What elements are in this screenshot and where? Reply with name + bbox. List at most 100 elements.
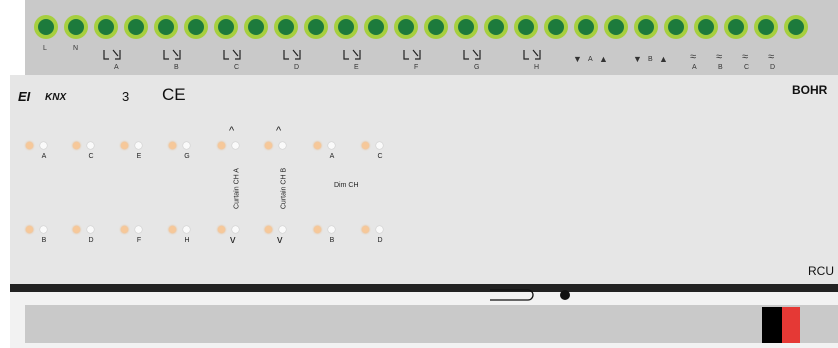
- programming-button-icon[interactable]: [490, 287, 540, 301]
- led-label-b: B: [41, 237, 47, 244]
- bus-connector-black: [762, 307, 782, 343]
- terminal-curtain-3: [638, 19, 654, 35]
- terminal-relay-g1: [458, 19, 474, 35]
- relay-label-b: B: [174, 64, 179, 71]
- relay-label-d: D: [294, 64, 300, 71]
- curtain-down-icon: v: [230, 234, 236, 246]
- ce-mark: CE: [162, 85, 186, 104]
- curtain-label-a: A: [588, 56, 593, 63]
- status-led: [73, 226, 80, 233]
- relay-label-c: C: [234, 64, 240, 71]
- status-led: [26, 226, 33, 233]
- curtain-down-icon: ▼: [573, 54, 582, 64]
- terminal-relay-e1: [338, 19, 354, 35]
- dimmer-icon: ≈: [768, 51, 775, 63]
- panel-edge: [10, 284, 838, 292]
- relay-switch-icon: [163, 49, 181, 60]
- terminal-curtain-4: [668, 19, 684, 35]
- status-led: [232, 142, 239, 149]
- status-led: [135, 142, 142, 149]
- terminal-relay-h1: [518, 19, 534, 35]
- terminal-dim-4: [788, 19, 804, 35]
- curtain-down-icon: v: [277, 234, 283, 246]
- terminal-relay-b2: [188, 19, 204, 35]
- dimmer-label-b: B: [718, 64, 723, 71]
- status-led: [376, 142, 383, 149]
- relay-switch-icon: [343, 49, 361, 60]
- relay-label-f: F: [414, 64, 419, 71]
- model-label: RCU: [808, 264, 834, 278]
- terminal-relay-g2: [488, 19, 504, 35]
- relay-switch-icon: [103, 49, 121, 60]
- status-led: [232, 226, 239, 233]
- curtain-up-icon: ^: [229, 125, 235, 137]
- dimmer-icon: ≈: [716, 51, 723, 63]
- dimmer-label-a: A: [692, 64, 697, 71]
- terminal-N: [68, 19, 84, 35]
- status-led: [279, 142, 286, 149]
- relay-switch-icon: [403, 49, 421, 60]
- bus-connector-red: [782, 307, 800, 343]
- status-led: [265, 142, 272, 149]
- status-led: [135, 226, 142, 233]
- curtain-a-label: Curtain CH A: [233, 168, 241, 209]
- relay-switch-icon: [283, 49, 301, 60]
- terminal-relay-a2: [128, 19, 144, 35]
- led-label-d: D: [88, 237, 94, 244]
- dim-led-label-b: B: [329, 237, 335, 244]
- led-label-g: G: [184, 153, 190, 160]
- status-led: [376, 226, 383, 233]
- terminal-label-N: N: [73, 45, 79, 52]
- relay-label-g: G: [474, 64, 480, 71]
- dim-led-label-a: A: [329, 153, 335, 160]
- status-led: [362, 226, 369, 233]
- dim-channel-label: Dim CH: [334, 182, 359, 189]
- dimmer-icon: ≈: [690, 51, 697, 63]
- terminal-L: [38, 19, 54, 35]
- dimmer-label-c: C: [744, 64, 750, 71]
- front-panel: EI KNX 3 CE BOHR RCU A C E G B D F H ^ C…: [10, 75, 838, 285]
- status-led: [183, 226, 190, 233]
- curtain-up-icon: ^: [276, 125, 282, 137]
- relay-label-e: E: [354, 64, 359, 71]
- status-led: [279, 226, 286, 233]
- status-led: [362, 142, 369, 149]
- status-led: [40, 226, 47, 233]
- led-label-f: F: [136, 237, 142, 244]
- status-led: [328, 226, 335, 233]
- led-label-c: C: [88, 153, 94, 160]
- terminal-relay-c1: [218, 19, 234, 35]
- terminal-dim-2: [728, 19, 744, 35]
- status-led: [169, 226, 176, 233]
- status-led: [314, 142, 321, 149]
- status-led: [121, 226, 128, 233]
- terminal-relay-b1: [158, 19, 174, 35]
- status-led: [73, 142, 80, 149]
- status-led: [314, 226, 321, 233]
- terminal-relay-a1: [98, 19, 114, 35]
- panel-number: 3: [122, 89, 130, 104]
- terminal-curtain-2: [608, 19, 624, 35]
- relay-label-a: A: [114, 64, 119, 71]
- dim-led-label-d: D: [377, 237, 383, 244]
- terminal-curtain-1: [578, 19, 594, 35]
- led-label-h: H: [184, 237, 190, 244]
- status-led: [218, 142, 225, 149]
- status-led: [218, 226, 225, 233]
- programming-led: [560, 290, 570, 300]
- terminal-relay-f2: [428, 19, 444, 35]
- led-label-a: A: [41, 153, 47, 160]
- brand-logo: EI: [18, 89, 31, 104]
- relay-label-h: H: [534, 64, 540, 71]
- terminal-relay-d1: [278, 19, 294, 35]
- terminal-dim-1: [698, 19, 714, 35]
- dimmer-icon: ≈: [742, 51, 749, 63]
- relay-switch-icon: [523, 49, 541, 60]
- status-led: [183, 142, 190, 149]
- terminal-dim-3: [758, 19, 774, 35]
- terminal-relay-e2: [368, 19, 384, 35]
- curtain-down-icon: ▼: [633, 54, 642, 64]
- relay-switch-icon: [223, 49, 241, 60]
- terminal-relay-d2: [308, 19, 324, 35]
- bottom-rail: [25, 305, 838, 343]
